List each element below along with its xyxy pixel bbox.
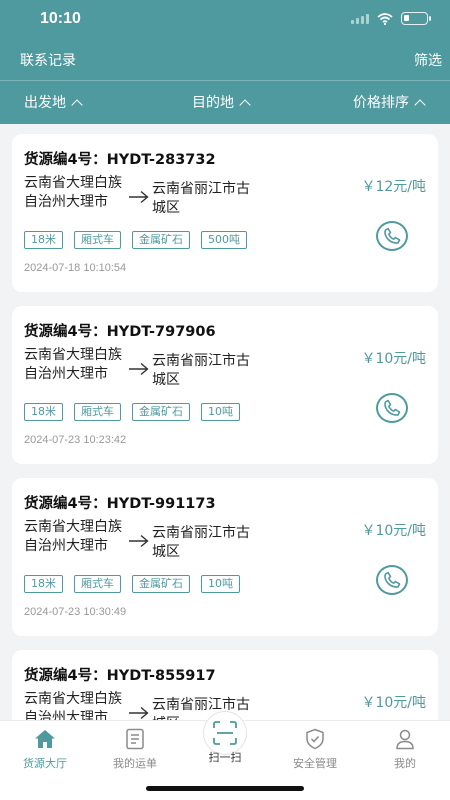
tag-weight: 10吨 [201, 403, 240, 421]
price: ￥10元/吨 [361, 695, 426, 711]
cargo-list[interactable]: 货源编4号：HYDT-283732 云南省大理白族自治州大理市 云南省丽江市古城… [0, 134, 450, 720]
home-icon [33, 727, 57, 751]
tag-weight: 10吨 [201, 575, 240, 593]
price: ￥12元/吨 [361, 179, 426, 195]
tab-safety-management[interactable]: 安全管理 [270, 727, 360, 771]
tab-mine[interactable]: 我的 [360, 727, 450, 771]
shield-icon [303, 727, 327, 751]
filter-price-sort[interactable]: 价格排序 [353, 92, 426, 112]
price: ￥10元/吨 [361, 523, 426, 539]
tab-scan-label[interactable]: 扫一扫 [180, 749, 270, 765]
call-button[interactable] [376, 221, 408, 251]
bottom-tab-bar: 货源大厅 我的运单 扫一扫 安全管理 我的 [0, 711, 450, 800]
arrow-right-icon [129, 534, 149, 548]
tag-length: 18米 [24, 403, 63, 421]
tag-list: 18米 厢式车 金属矿石 10吨 [24, 575, 240, 593]
publish-time: 2024-07-23 10:23:42 [24, 434, 127, 446]
origin-address: 云南省大理白族自治州大理市 [24, 347, 122, 382]
tab-my-waybills[interactable]: 我的运单 [90, 727, 180, 771]
tab-mine-label: 我的 [394, 757, 416, 770]
phone-icon [384, 227, 401, 244]
status-bar: 10:10 [0, 0, 450, 40]
publish-time: 2024-07-23 10:30:49 [24, 606, 127, 618]
wifi-icon [377, 12, 393, 25]
tag-list: 18米 厢式车 金属矿石 10吨 [24, 403, 240, 421]
cargo-id: 货源编4号：HYDT-855917 [24, 668, 216, 684]
filter-origin[interactable]: 出发地 [24, 92, 83, 112]
battery-icon [401, 12, 431, 25]
tag-vehicle-type: 厢式车 [74, 231, 121, 249]
price: ￥10元/吨 [361, 351, 426, 367]
tag-list: 18米 厢式车 金属矿石 500吨 [24, 231, 247, 249]
filter-price-sort-label: 价格排序 [353, 95, 409, 111]
tab-safety-management-label: 安全管理 [293, 757, 337, 770]
phone-icon [384, 399, 401, 416]
destination-address: 云南省丽江市古城区 [152, 525, 250, 560]
filter-destination-label: 目的地 [192, 95, 234, 111]
cargo-card[interactable]: 货源编4号：HYDT-855917 云南省大理白族自治州大理市 云南省丽江市古城… [12, 650, 438, 720]
arrow-right-icon [129, 362, 149, 376]
phone-icon [384, 571, 401, 588]
document-icon [123, 727, 147, 751]
destination-address: 云南省丽江市古城区 [152, 697, 250, 720]
chevron-up-icon [414, 98, 426, 111]
tag-weight: 500吨 [201, 231, 247, 249]
chevron-up-icon [239, 98, 251, 111]
tag-cargo-type: 金属矿石 [132, 575, 190, 593]
tab-my-waybills-label: 我的运单 [113, 757, 157, 770]
publish-time: 2024-07-18 10:10:54 [24, 262, 127, 274]
destination-address: 云南省丽江市古城区 [152, 181, 250, 216]
cargo-id: 货源编4号：HYDT-991173 [24, 496, 216, 512]
cargo-id: 货源编4号：HYDT-283732 [24, 152, 216, 168]
arrow-right-icon [129, 190, 149, 204]
call-button[interactable] [376, 565, 408, 595]
cellular-signal-icon [351, 13, 369, 24]
arrow-right-icon [129, 706, 149, 720]
origin-address: 云南省大理白族自治州大理市 [24, 691, 122, 720]
filter-origin-label: 出发地 [24, 95, 66, 111]
cargo-id: 货源编4号：HYDT-797906 [24, 324, 216, 340]
person-icon [393, 727, 417, 751]
tag-cargo-type: 金属矿石 [132, 231, 190, 249]
tab-cargo-hall-label: 货源大厅 [23, 757, 67, 770]
contact-records-link[interactable]: 联系记录 [20, 50, 76, 70]
home-indicator [146, 786, 304, 791]
origin-address: 云南省大理白族自治州大理市 [24, 519, 122, 554]
status-icons [351, 12, 431, 25]
tag-vehicle-type: 厢式车 [74, 575, 121, 593]
cargo-card[interactable]: 货源编4号：HYDT-797906 云南省大理白族自治州大理市 云南省丽江市古城… [12, 306, 438, 464]
tag-vehicle-type: 厢式车 [74, 403, 121, 421]
origin-address: 云南省大理白族自治州大理市 [24, 175, 122, 210]
tag-length: 18米 [24, 575, 63, 593]
tab-cargo-hall[interactable]: 货源大厅 [0, 727, 90, 771]
cargo-card[interactable]: 货源编4号：HYDT-991173 云南省大理白族自治州大理市 云南省丽江市古城… [12, 478, 438, 636]
filter-button[interactable]: 筛选 [414, 50, 442, 70]
tag-length: 18米 [24, 231, 63, 249]
filter-row: 出发地 目的地 价格排序 [0, 90, 450, 114]
status-time: 10:10 [40, 10, 81, 27]
filter-destination[interactable]: 目的地 [192, 92, 251, 112]
top-header: 10:10 联系记录 筛选 出发地 目的地 价格排序 [0, 0, 450, 124]
call-button[interactable] [376, 393, 408, 423]
cargo-card[interactable]: 货源编4号：HYDT-283732 云南省大理白族自治州大理市 云南省丽江市古城… [12, 134, 438, 292]
tag-cargo-type: 金属矿石 [132, 403, 190, 421]
scan-icon [213, 721, 237, 745]
chevron-up-icon [71, 98, 83, 111]
nav-row: 联系记录 筛选 [0, 46, 450, 74]
header-divider [0, 80, 450, 81]
destination-address: 云南省丽江市古城区 [152, 353, 250, 388]
